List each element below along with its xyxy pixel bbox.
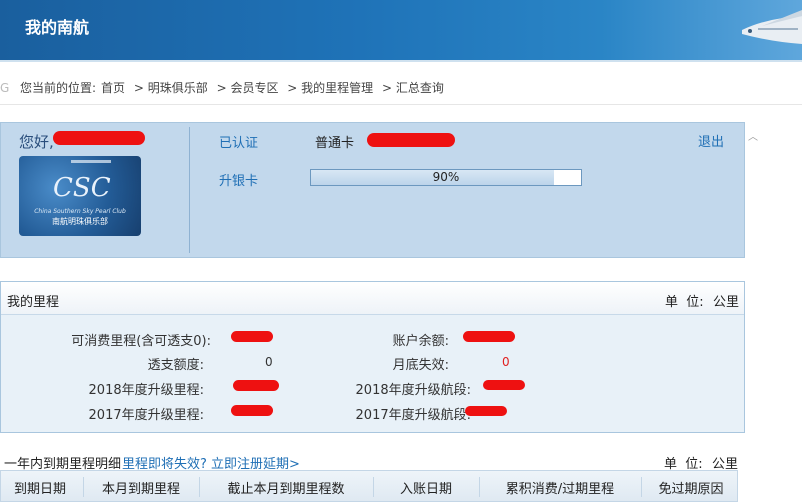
card-english-name: China Southern Sky Pearl Club [34, 208, 126, 215]
membership-card-image: CSC China Southern Sky Pearl Club 南航明珠俱乐… [19, 156, 141, 236]
upgrade-miles-2017-label: 2017年度升级里程: [88, 408, 204, 423]
redacted-name [53, 131, 145, 145]
breadcrumb-member-zone[interactable]: > 会员专区 [217, 81, 279, 95]
scroll-up-arrow-icon[interactable]: ︿ [746, 128, 760, 143]
logout-link[interactable]: 退出 [698, 131, 724, 150]
overdraft-limit-value: 0 [265, 355, 273, 369]
redacted-account-balance [463, 331, 515, 342]
redacted-consumable-miles [231, 331, 273, 342]
column-separator [479, 477, 480, 497]
upgrade-segments-2018-label: 2018年度升级航段: [355, 383, 471, 398]
profile-divider [189, 127, 190, 253]
upgrade-progress-bar: 90% [310, 169, 582, 186]
card-type-label: 普通卡 [315, 136, 355, 151]
account-balance-label: 账户余额: [392, 334, 449, 349]
breadcrumb-pearl-club[interactable]: > 明珠俱乐部 [134, 81, 208, 95]
member-profile-panel: 您好, CSC China Southern Sky Pearl Club 南航… [0, 122, 745, 258]
consumable-miles-label: 可消费里程(含可透支0): [71, 334, 211, 349]
breadcrumb-mileage-mgmt[interactable]: > 我的里程管理 [287, 81, 373, 95]
breadcrumb-divider [0, 104, 802, 105]
airplane-icon [732, 0, 802, 60]
card-stripe [71, 160, 111, 163]
page-title: 我的南航 [25, 18, 90, 37]
my-mileage-panel: 我的里程 单 位: 公里 可消费里程(含可透支0): 透支额度: 0 2018年… [0, 281, 745, 433]
breadcrumb: G 您当前的位置: 首页 > 明珠俱乐部 > 会员专区 > 我的里程管理 > 汇总… [0, 78, 790, 98]
month-end-expiry-label: 月底失效: [392, 358, 449, 373]
col-expiry-date: 到期日期 [13, 482, 66, 497]
breadcrumb-home[interactable]: 首页 [101, 81, 125, 95]
redacted-upgrade-segments-2018 [483, 380, 525, 390]
top-banner: 我的南航 [0, 0, 802, 60]
certified-badge[interactable]: 已认证 [219, 132, 258, 151]
progress-text: 90% [432, 170, 460, 184]
card-logo: CSC [53, 173, 111, 203]
mileage-panel-header: 我的里程 单 位: 公里 [1, 282, 744, 315]
col-cumulative-expiring-miles: 截止本月到期里程数 [227, 482, 345, 497]
col-month-expiring-miles: 本月到期里程 [101, 482, 180, 497]
column-separator [199, 477, 200, 497]
col-posting-date: 入账日期 [399, 482, 452, 497]
redacted-upgrade-miles-2017 [231, 405, 273, 416]
column-separator [373, 477, 374, 497]
unit-label: 单 位: [665, 295, 704, 310]
redacted-upgrade-segments-2017 [465, 406, 507, 416]
column-separator [83, 477, 84, 497]
col-consumed-expired-miles: 累积消费/过期里程 [505, 482, 615, 497]
breadcrumb-prefix: 您当前的位置: [20, 81, 97, 95]
redacted-card-number [367, 133, 455, 147]
month-end-expiry-value: 0 [502, 355, 510, 369]
overdraft-limit-label: 透支额度: [147, 358, 204, 373]
greeting: 您好, [19, 133, 54, 151]
column-separator [641, 477, 642, 497]
unit-value: 公里 [713, 295, 740, 310]
upgrade-miles-2018-label: 2018年度升级里程: [88, 383, 204, 398]
scrollbar[interactable] [746, 124, 802, 502]
upgrade-target-label: 升银卡 [219, 174, 259, 189]
breadcrumb-icon: G [0, 81, 10, 95]
col-exemption-reason: 免过期原因 [658, 482, 724, 497]
redacted-upgrade-miles-2018 [233, 380, 279, 391]
upgrade-segments-2017-label: 2017年度升级航段: [355, 408, 471, 423]
expiry-table-header: 到期日期 本月到期里程 截止本月到期里程数 入账日期 累积消费/过期里程 免过期… [0, 470, 738, 502]
mileage-panel-title: 我的里程 [7, 295, 60, 310]
card-chinese-name: 南航明珠俱乐部 [52, 217, 108, 226]
breadcrumb-summary: > 汇总查询 [382, 81, 444, 95]
header-divider [0, 60, 802, 62]
